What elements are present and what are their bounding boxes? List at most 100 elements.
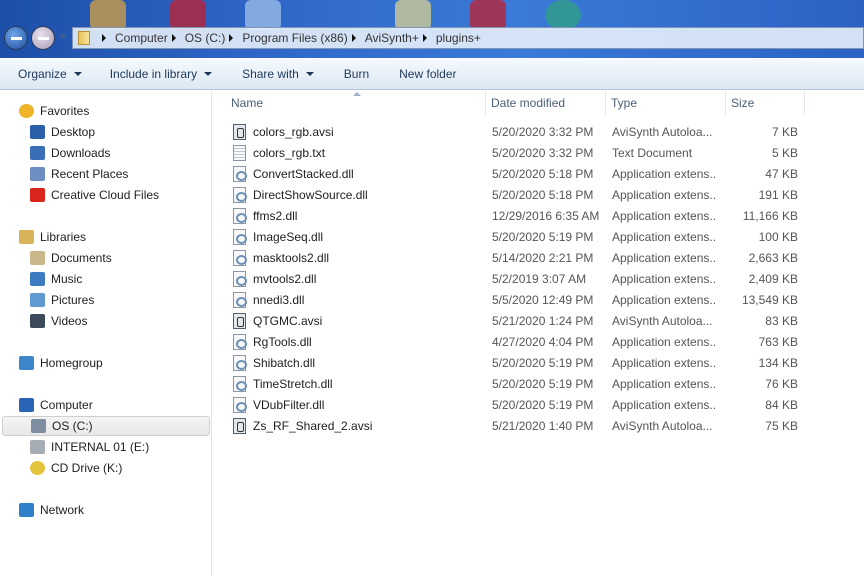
column-type[interactable]: Type [606,91,726,115]
file-size: 83 KB [765,314,798,328]
sidebar-item-videos[interactable]: Videos [30,311,87,331]
file-date: 5/2/2019 3:07 AM [492,272,587,286]
column-date-modified[interactable]: Date modified [486,91,606,115]
file-row[interactable]: ImageSeq.dll 5/20/2020 5:19 PM Application… [213,227,864,248]
sidebar-item-desktop[interactable]: Desktop [30,122,95,142]
breadcrumb-os-c[interactable]: OS (C:) [168,31,226,45]
sidebar-item-cd-drive-k[interactable]: CD Drive (K:) [30,458,122,478]
file-size: 47 KB [765,167,798,181]
breadcrumb-plugins[interactable]: plugins+ [419,31,481,45]
chevron-down-icon [73,72,82,76]
file-name: masktools2.dll [253,251,330,265]
os-drive-icon [31,419,46,433]
sidebar-item-computer[interactable]: Computer [19,395,93,415]
breadcrumb-label[interactable]: OS (C:) [185,31,226,45]
sidebar-item-homegroup[interactable]: Homegroup [19,353,103,373]
new-folder-label: New folder [399,67,457,81]
window-title-area: Computer OS (C:) Program Files (x86) Avi… [0,0,864,58]
chevron-right-icon[interactable] [351,34,356,42]
background-blur [545,0,581,30]
sidebar-item-os-c[interactable]: OS (C:) [2,416,210,436]
file-row[interactable]: RgTools.dll 4/27/2020 4:04 PM Application … [213,332,864,353]
file-size: 100 KB [758,230,798,244]
sidebar-item-pictures[interactable]: Pictures [30,290,94,310]
sidebar-item-creative-cloud-files[interactable]: Creative Cloud Files [30,185,159,205]
breadcrumb-program-files[interactable]: Program Files (x86) [225,31,348,45]
breadcrumb-label[interactable]: plugins+ [436,31,481,45]
sidebar-item-internal-01-e[interactable]: INTERNAL 01 (E:) [30,437,149,457]
chevron-right-icon[interactable] [171,34,176,42]
file-row[interactable]: Zs_RF_Shared_2.avsi 5/21/2020 1:40 PM AviS… [213,416,864,437]
burn-label: Burn [343,67,370,81]
sidebar-item-downloads[interactable]: Downloads [30,143,110,163]
include-in-library-button[interactable]: Include in library [100,59,222,89]
file-name: TimeStretch.dll [253,377,333,391]
file-date: 5/20/2020 3:32 PM [492,146,594,160]
breadcrumb-label[interactable]: AviSynth+ [365,31,419,45]
file-row[interactable]: nnedi3.dll 5/5/2020 12:49 PM Application e… [213,290,864,311]
file-row[interactable]: colors_rgb.avsi 5/20/2020 3:32 PM AviSynth… [213,122,864,143]
dll-file-icon [233,208,247,224]
file-row[interactable]: masktools2.dll 5/14/2020 2:21 PM Applicati… [213,248,864,269]
avsi-file-icon [233,313,246,329]
file-name: QTGMC.avsi [253,314,323,328]
file-type: Application extens... [612,272,717,286]
column-date-label: Date modified [491,96,566,110]
file-size: 191 KB [758,188,798,202]
file-date: 5/20/2020 5:18 PM [492,167,594,181]
breadcrumb-avisynth[interactable]: AviSynth+ [348,31,419,45]
sidebar-item-music[interactable]: Music [30,269,82,289]
file-date: 5/20/2020 5:19 PM [492,398,594,412]
file-row[interactable]: VDubFilter.dll 5/20/2020 5:19 PM Applicati… [213,395,864,416]
file-type: Text Document [612,146,693,160]
file-row[interactable]: DirectShowSource.dll 5/20/2020 5:18 PM App… [213,185,864,206]
breadcrumb-label[interactable]: Program Files (x86) [242,31,347,45]
share-with-button[interactable]: Share with [232,59,324,89]
sidebar-item-label: Documents [51,251,112,265]
txt-file-icon [233,145,246,161]
organize-button[interactable]: Organize [8,59,92,89]
include-label: Include in library [109,67,198,81]
address-bar[interactable]: Computer OS (C:) Program Files (x86) Avi… [72,27,864,49]
burn-button[interactable]: Burn [334,59,379,89]
back-button[interactable] [4,26,28,50]
sidebar-item-label: Libraries [40,230,87,244]
column-size[interactable]: Size [726,91,805,115]
forward-button[interactable] [31,26,55,50]
background-blur [395,0,431,30]
file-row[interactable]: TimeStretch.dll 5/20/2020 5:19 PM Applicat… [213,374,864,395]
background-blur [90,0,126,30]
chevron-right-icon[interactable] [422,34,427,42]
column-size-label: Size [731,96,755,110]
new-folder-button[interactable]: New folder [389,59,466,89]
chevron-right-icon[interactable] [102,34,106,42]
music-icon [30,272,45,286]
file-row[interactable]: colors_rgb.txt 5/20/2020 3:32 PM Text Docu… [213,143,864,164]
sidebar-item-libraries[interactable]: Libraries [19,227,86,247]
cd-drive-icon [30,461,45,475]
navigation-pane: Favorites Desktop Downloads Recent Places Cr… [0,91,212,576]
file-type: Application extens... [612,167,717,181]
share-label: Share with [242,67,299,81]
file-row[interactable]: ffms2.dll 12/29/2016 6:35 AM Application e… [213,206,864,227]
breadcrumb-computer[interactable]: Computer [98,31,168,45]
file-row[interactable]: Shibatch.dll 5/20/2020 5:19 PM Application… [213,353,864,374]
sidebar-item-favorites[interactable]: Favorites [19,101,89,121]
recent-pages-dropdown[interactable] [59,34,67,39]
sidebar-item-network[interactable]: Network [19,500,84,520]
computer-icon [19,398,34,412]
file-type: Application extens... [612,377,717,391]
file-name: ImageSeq.dll [253,230,324,244]
breadcrumb-label[interactable]: Computer [115,31,168,45]
column-name[interactable]: Name [226,91,486,115]
sidebar-item-recent-places[interactable]: Recent Places [30,164,128,184]
file-name: colors_rgb.txt [253,146,326,160]
sidebar-item-documents[interactable]: Documents [30,248,112,268]
file-row[interactable]: QTGMC.avsi 5/21/2020 1:24 PM AviSynth Auto… [213,311,864,332]
hard-drive-icon [30,440,45,454]
sidebar-item-label: CD Drive (K:) [51,461,123,475]
file-row[interactable]: ConvertStacked.dll 5/20/2020 5:18 PM Appli… [213,164,864,185]
chevron-right-icon[interactable] [229,34,234,42]
file-row[interactable]: mvtools2.dll 5/2/2019 3:07 AM Application … [213,269,864,290]
background-blur [170,0,206,30]
